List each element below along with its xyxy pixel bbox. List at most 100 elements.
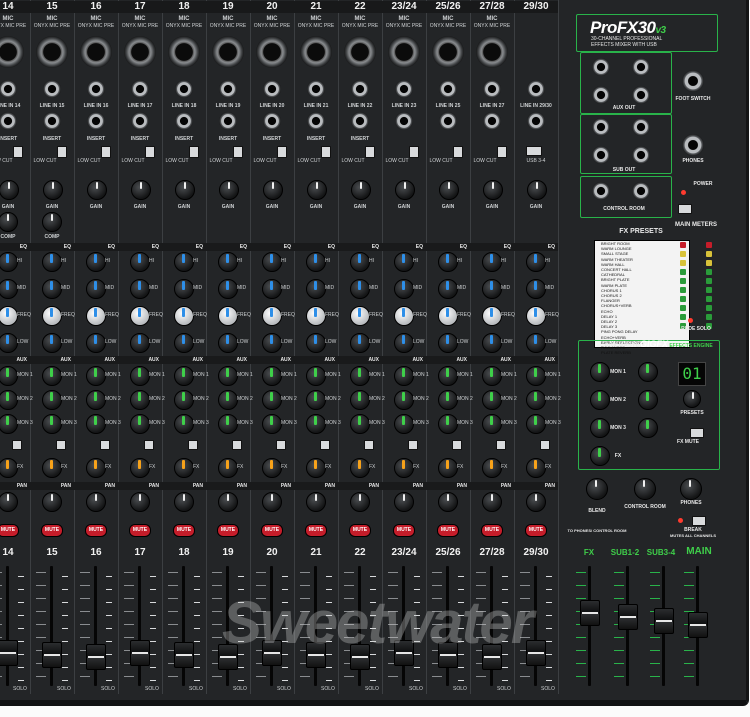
insert-jack[interactable] [351, 112, 369, 130]
eq-mid-knob[interactable] [482, 279, 502, 299]
insert-jack[interactable] [87, 112, 105, 130]
pan-knob[interactable] [526, 492, 546, 512]
mute-button[interactable]: MUTE [437, 524, 459, 537]
pre-post-button[interactable] [364, 440, 374, 450]
mute-button[interactable]: MUTE [261, 524, 283, 537]
eq-freq-knob[interactable] [394, 306, 414, 326]
low-cut-button[interactable] [57, 146, 67, 158]
aux-mon2-knob[interactable] [350, 390, 370, 410]
line-input-jack[interactable] [527, 80, 545, 98]
aux-mon2-knob[interactable] [262, 390, 282, 410]
line-input-jack[interactable] [0, 80, 17, 98]
aux-mon1-knob[interactable] [218, 366, 238, 386]
return-mon2-knob[interactable] [638, 390, 658, 410]
insert-jack[interactable] [43, 112, 61, 130]
phones-jack[interactable] [682, 134, 704, 156]
low-cut-button[interactable] [145, 146, 155, 158]
low-cut-button[interactable] [365, 146, 375, 158]
pan-knob[interactable] [438, 492, 458, 512]
low-cut-button[interactable] [409, 146, 419, 158]
low-cut-button[interactable] [497, 146, 507, 158]
pre-post-button[interactable] [56, 440, 66, 450]
aux-mon3-knob[interactable] [350, 414, 370, 434]
fx-send-knob[interactable] [482, 458, 502, 478]
eq-hi-knob[interactable] [526, 252, 546, 272]
eq-hi-knob[interactable] [42, 252, 62, 272]
pan-knob[interactable] [0, 492, 18, 512]
aux-mon3-knob[interactable] [86, 414, 106, 434]
insert-jack[interactable] [219, 112, 237, 130]
eq-hi-knob[interactable] [130, 252, 150, 272]
aux-mon1-knob[interactable] [438, 366, 458, 386]
fx-send-knob[interactable] [394, 458, 414, 478]
insert-jack[interactable] [131, 112, 149, 130]
xlr-input-jack[interactable] [300, 36, 332, 68]
mute-button[interactable]: MUTE [305, 524, 327, 537]
eq-freq-knob[interactable] [482, 306, 502, 326]
aux-mon3-knob[interactable] [306, 414, 326, 434]
eq-freq-knob[interactable] [526, 306, 546, 326]
low-cut-button[interactable] [277, 146, 287, 158]
gain-knob[interactable] [307, 180, 327, 200]
mute-button[interactable]: MUTE [0, 524, 19, 537]
sub-out-2-jack[interactable] [592, 146, 610, 164]
pre-post-button[interactable] [452, 440, 462, 450]
pan-knob[interactable] [174, 492, 194, 512]
aux-mon1-knob[interactable] [262, 366, 282, 386]
mute-button[interactable]: MUTE [85, 524, 107, 537]
eq-hi-knob[interactable] [482, 252, 502, 272]
eq-low-knob[interactable] [350, 333, 370, 353]
aux-mon1-knob[interactable] [42, 366, 62, 386]
comp-knob[interactable] [42, 212, 62, 232]
gain-knob[interactable] [131, 180, 151, 200]
channel-fader[interactable] [42, 642, 62, 668]
aux-mon1-knob[interactable] [394, 366, 414, 386]
pre-post-button[interactable] [276, 440, 286, 450]
break-button[interactable] [692, 516, 706, 526]
fx-send-knob[interactable] [438, 458, 458, 478]
xlr-input-jack[interactable] [168, 36, 200, 68]
eq-mid-knob[interactable] [262, 279, 282, 299]
gain-knob[interactable] [0, 180, 19, 200]
eq-freq-knob[interactable] [86, 306, 106, 326]
pan-knob[interactable] [42, 492, 62, 512]
sub-out-4-jack[interactable] [632, 146, 650, 164]
xlr-input-jack[interactable] [80, 36, 112, 68]
line-input-jack[interactable] [307, 80, 325, 98]
aux-mon3-knob[interactable] [42, 414, 62, 434]
fx-send-knob[interactable] [526, 458, 546, 478]
xlr-input-jack[interactable] [36, 36, 68, 68]
aux-mon2-knob[interactable] [306, 390, 326, 410]
eq-freq-knob[interactable] [174, 306, 194, 326]
presets-knob[interactable] [683, 390, 701, 408]
pre-post-button[interactable] [232, 440, 242, 450]
fx-send-knob[interactable] [350, 458, 370, 478]
pan-knob[interactable] [394, 492, 414, 512]
pre-post-button[interactable] [408, 440, 418, 450]
line-input-jack[interactable] [43, 80, 61, 98]
eq-low-knob[interactable] [174, 333, 194, 353]
pre-post-button[interactable] [496, 440, 506, 450]
fx-send-knob[interactable] [218, 458, 238, 478]
eq-low-knob[interactable] [130, 333, 150, 353]
aux-mon3-knob[interactable] [218, 414, 238, 434]
eq-mid-knob[interactable] [130, 279, 150, 299]
eq-low-knob[interactable] [482, 333, 502, 353]
aux-mon1-knob[interactable] [350, 366, 370, 386]
pan-knob[interactable] [306, 492, 326, 512]
aux-mon2-knob[interactable] [482, 390, 502, 410]
line-input-jack[interactable] [351, 80, 369, 98]
gain-knob[interactable] [483, 180, 503, 200]
fx-send-knob[interactable] [0, 458, 18, 478]
mute-button[interactable]: MUTE [41, 524, 63, 537]
eq-mid-knob[interactable] [42, 279, 62, 299]
eq-hi-knob[interactable] [438, 252, 458, 272]
low-cut-button[interactable] [453, 146, 463, 158]
gain-knob[interactable] [263, 180, 283, 200]
eq-low-knob[interactable] [42, 333, 62, 353]
control-room-r-jack[interactable] [632, 182, 650, 200]
line-input-jack[interactable] [263, 80, 281, 98]
gain-knob[interactable] [351, 180, 371, 200]
return-mon3-knob[interactable] [638, 418, 658, 438]
usb34-button[interactable] [526, 146, 542, 156]
